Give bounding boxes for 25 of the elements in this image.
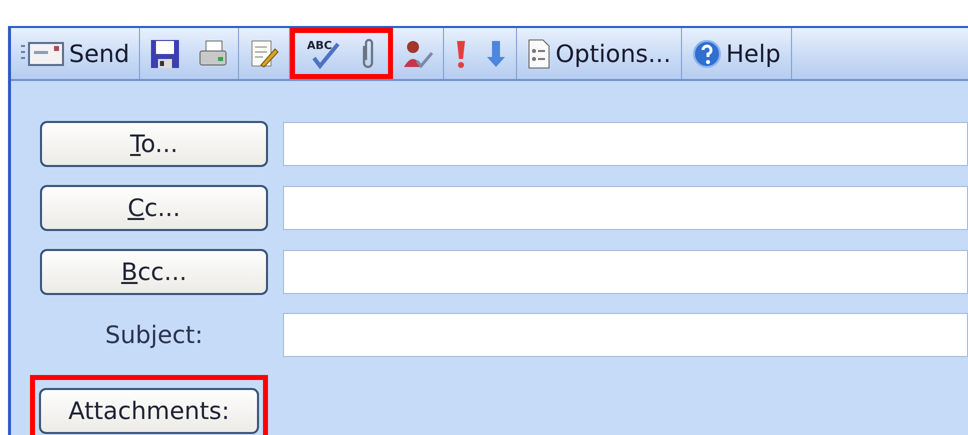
input-field[interactable] (283, 250, 968, 294)
spelling-button[interactable]: ABC (306, 38, 342, 70)
address-button[interactable]: To... (40, 121, 268, 167)
envelope-icon (21, 40, 65, 66)
address-button[interactable]: Cc... (40, 185, 268, 231)
document-list-icon (527, 38, 552, 68)
low-importance-button[interactable] (486, 38, 506, 68)
input-field[interactable] (283, 313, 968, 357)
help-icon (692, 38, 722, 68)
field-label: Subject: (104, 321, 204, 349)
printer-icon (198, 38, 228, 68)
address-button[interactable]: Bcc... (40, 249, 268, 295)
input-field[interactable] (283, 122, 968, 166)
edit-button[interactable] (249, 38, 280, 68)
send-button[interactable]: Send (21, 40, 130, 68)
print-button[interactable] (198, 38, 228, 68)
help-button[interactable]: Help (692, 38, 781, 68)
options-button[interactable]: Options... (527, 38, 671, 68)
attachments-button[interactable]: Attachments: (39, 388, 259, 434)
down-arrow-icon (486, 38, 506, 68)
input-field[interactable] (283, 186, 968, 230)
names-button[interactable] (403, 38, 434, 68)
document-pencil-icon (249, 38, 280, 68)
save-button[interactable] (150, 38, 180, 68)
person-check-icon (403, 38, 434, 68)
